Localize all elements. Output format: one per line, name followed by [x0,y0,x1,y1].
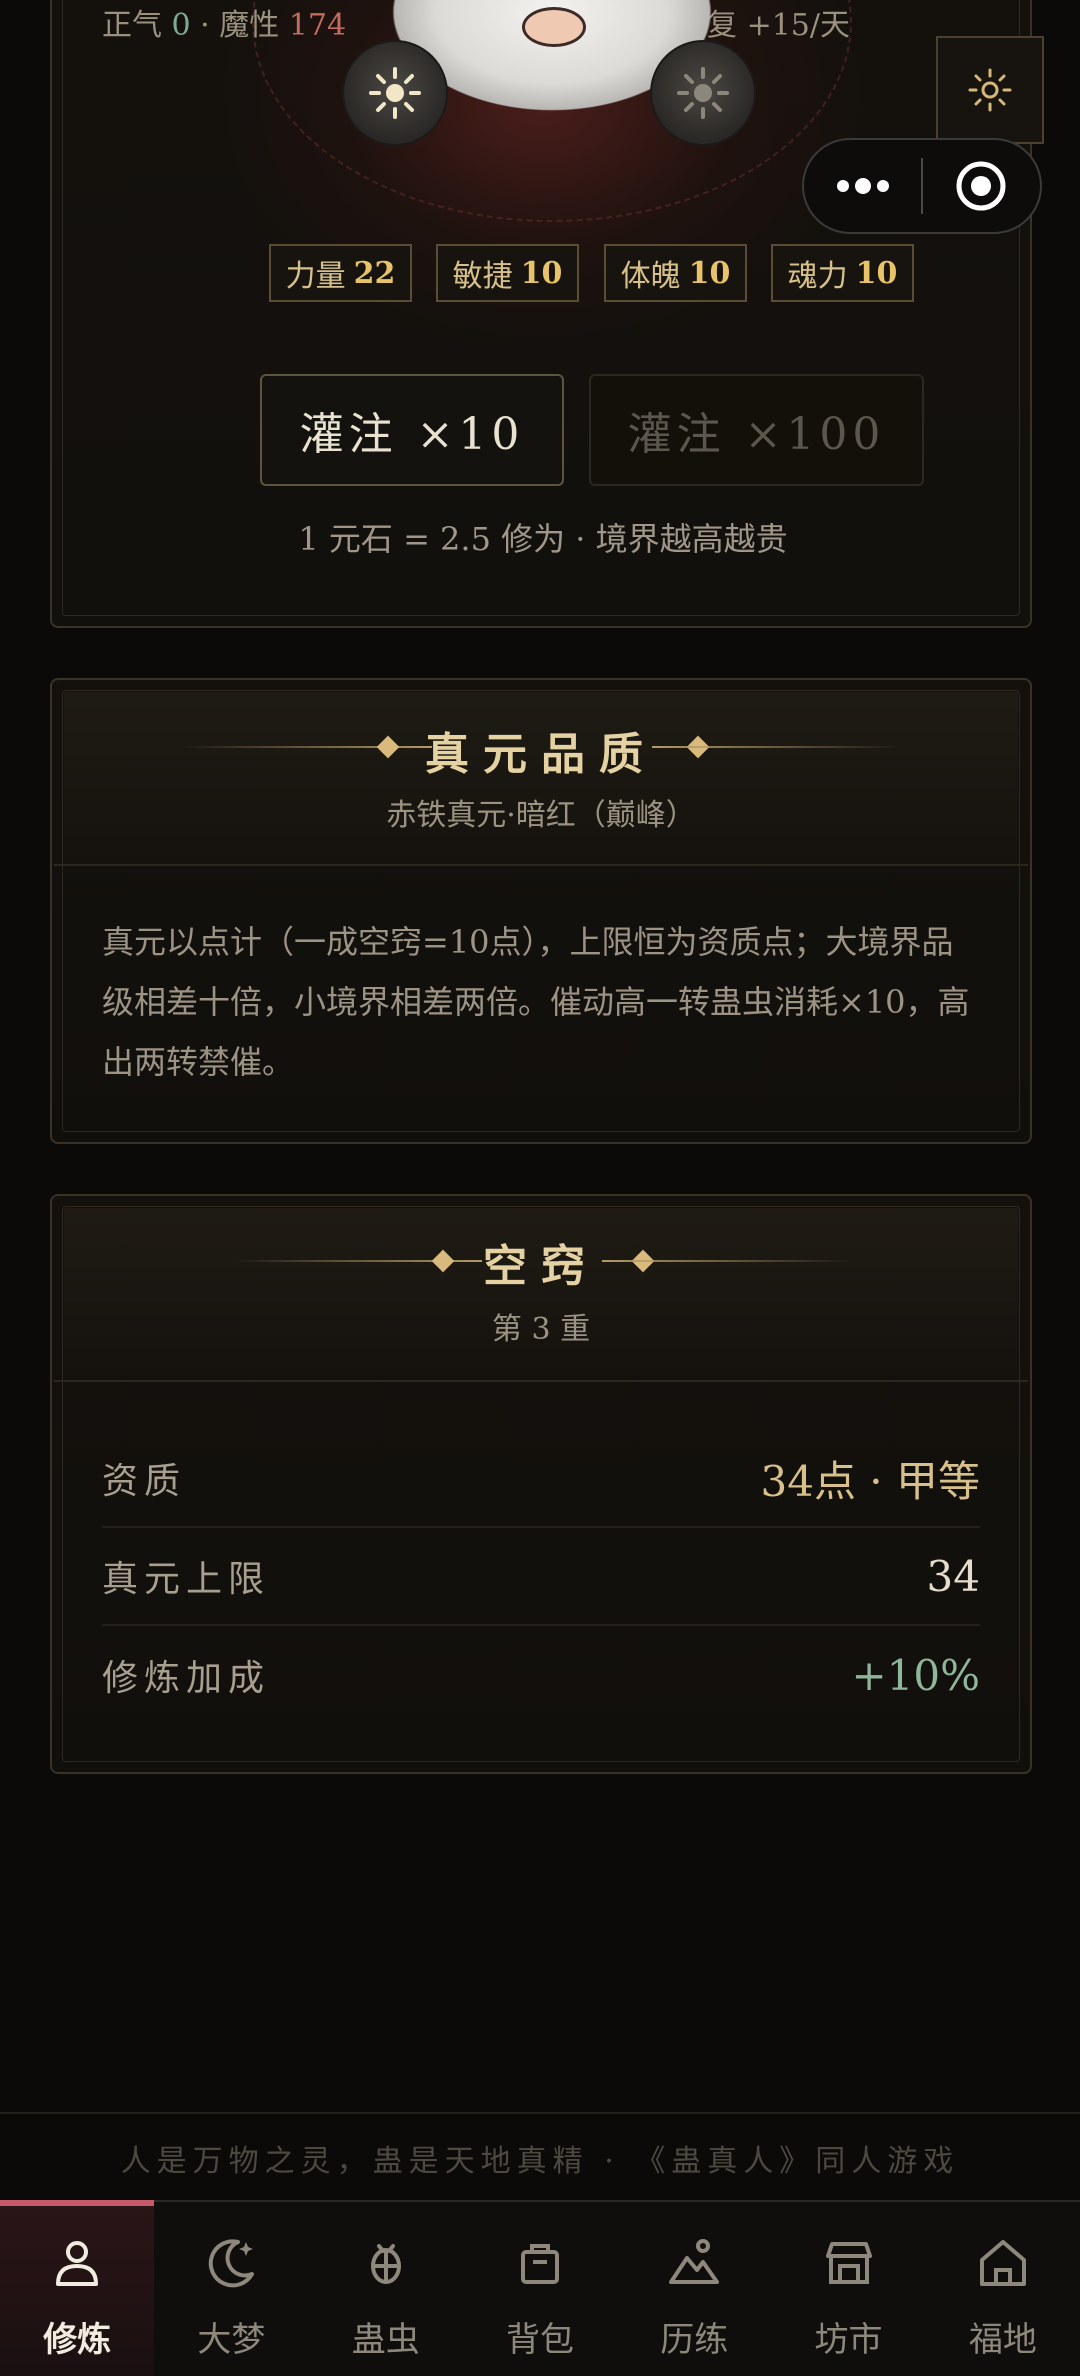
zhengqi-value: 0 [171,8,191,43]
row-label: 资质 [102,1461,187,1502]
essence-limit-row: 真元上限 34 [102,1528,980,1626]
sun-settings-icon [968,68,1012,112]
tab-label: 历练 [660,2320,729,2360]
sun-icon [369,67,421,119]
tab-label: 背包 [505,2320,574,2360]
home-icon [979,2240,1026,2286]
title-ornament-right [602,1260,852,1262]
footer-tagline: 人是万物之灵，蛊是天地真精 · 《蛊真人》同人游戏 [0,2112,1080,2202]
attribute-strength: 力量 22 [269,244,412,302]
zhengqi-label: 正气 [102,8,172,43]
section-divider [54,1380,1028,1382]
tab-adventure[interactable]: 历练 [617,2202,771,2376]
attribute-soul: 魂力 10 [771,244,914,302]
tab-backpack[interactable]: 背包 [463,2202,617,2376]
person-icon [56,2241,99,2286]
bottom-tab-bar: 修炼 大梦 蛊虫 背包 历练 坊市 福地 [0,2200,1080,2376]
quality-description: 真元以点计（一成空窍=10点），上限恒为资质点；大境界品级相差十倍，小境界相差两… [102,923,970,1081]
mini-program-capsule [802,138,1042,234]
more-menu-button[interactable] [804,140,921,232]
close-mini-program-button[interactable] [923,140,1040,232]
character-hands [522,7,586,47]
tab-blessed-land[interactable]: 福地 [926,2202,1080,2376]
more-dots-icon [836,178,889,194]
moxing-value: 174 [288,8,347,43]
exchange-rate-note: 1 元石 = 2.5 修为 · 境界越高越贵 [298,520,788,558]
row-value: +10% [851,1650,980,1700]
attribute-value: 10 [520,255,563,291]
sun-orb-button-dim[interactable] [650,40,756,146]
row-value: 34点 · 甲等 [760,1456,981,1506]
tab-gu-worms[interactable]: 蛊虫 [309,2202,463,2376]
shop-icon [825,2242,872,2284]
tab-label: 大梦 [197,2320,266,2360]
tab-great-dream[interactable]: 大梦 [154,2202,308,2376]
row-label: 修炼加成 [102,1658,271,1699]
tab-label: 坊市 [814,2320,883,2360]
tab-cultivation[interactable]: 修炼 [0,2200,155,2376]
cultivation-bonus-row: 修炼加成 +10% [102,1626,980,1724]
bag-icon [520,2244,559,2284]
attribute-label: 体魄 [620,259,681,294]
mountain-icon [669,2239,720,2284]
aptitude-row: 资质 34点 · 甲等 [102,1430,980,1528]
attribute-constitution: 体魄 10 [604,244,747,302]
attribute-label: 敏捷 [452,259,513,294]
target-close-icon [956,161,1006,211]
row-label: 真元上限 [102,1559,271,1600]
infuse-x10-button[interactable]: 灌注 ×10 [260,374,564,486]
section-title: 空窍 [483,1241,599,1292]
attribute-value: 22 [353,255,396,291]
sun-icon [677,67,729,119]
section-subtitle: 赤铁真元·暗红（巅峰） [386,798,696,833]
attribute-label: 魂力 [787,259,848,294]
morality-stats: 正气 0 · 魔性 174 [102,0,346,44]
attribute-agility: 敏捷 10 [436,244,579,302]
sun-orb-button[interactable] [342,40,448,146]
section-title: 真元品质 [425,729,657,780]
settings-button[interactable] [936,36,1044,144]
tab-label: 修炼 [43,2320,112,2360]
title-ornament-right [652,746,902,748]
bug-icon [370,2244,401,2284]
aperture-card: 空窍 第 3 重 资质 34点 · 甲等 真元上限 34 修炼加成 +10% [50,1194,1032,1774]
tab-label: 蛊虫 [351,2320,420,2360]
row-value: 34 [926,1551,980,1601]
attribute-value: 10 [855,255,898,291]
tab-market[interactable]: 坊市 [771,2202,925,2376]
section-divider [54,864,1028,866]
moxing-label: · 魔性 [190,8,289,43]
attribute-value: 10 [688,255,731,291]
cultivation-card: 正气 0 · 魔性 174 恢复 +15/天 力量 22 敏捷 10 体魄 10 魂力… [50,0,1032,628]
moon-icon [209,2239,255,2288]
attribute-label: 力量 [285,259,346,294]
true-essence-quality-card: 真元品质 赤铁真元·暗红（巅峰） 真元以点计（一成空窍=10点），上限恒为资质点… [50,678,1032,1144]
tab-label: 福地 [968,2320,1037,2360]
infuse-x100-button[interactable]: 灌注 ×100 [589,374,924,486]
section-subtitle: 第 3 重 [491,1312,591,1347]
